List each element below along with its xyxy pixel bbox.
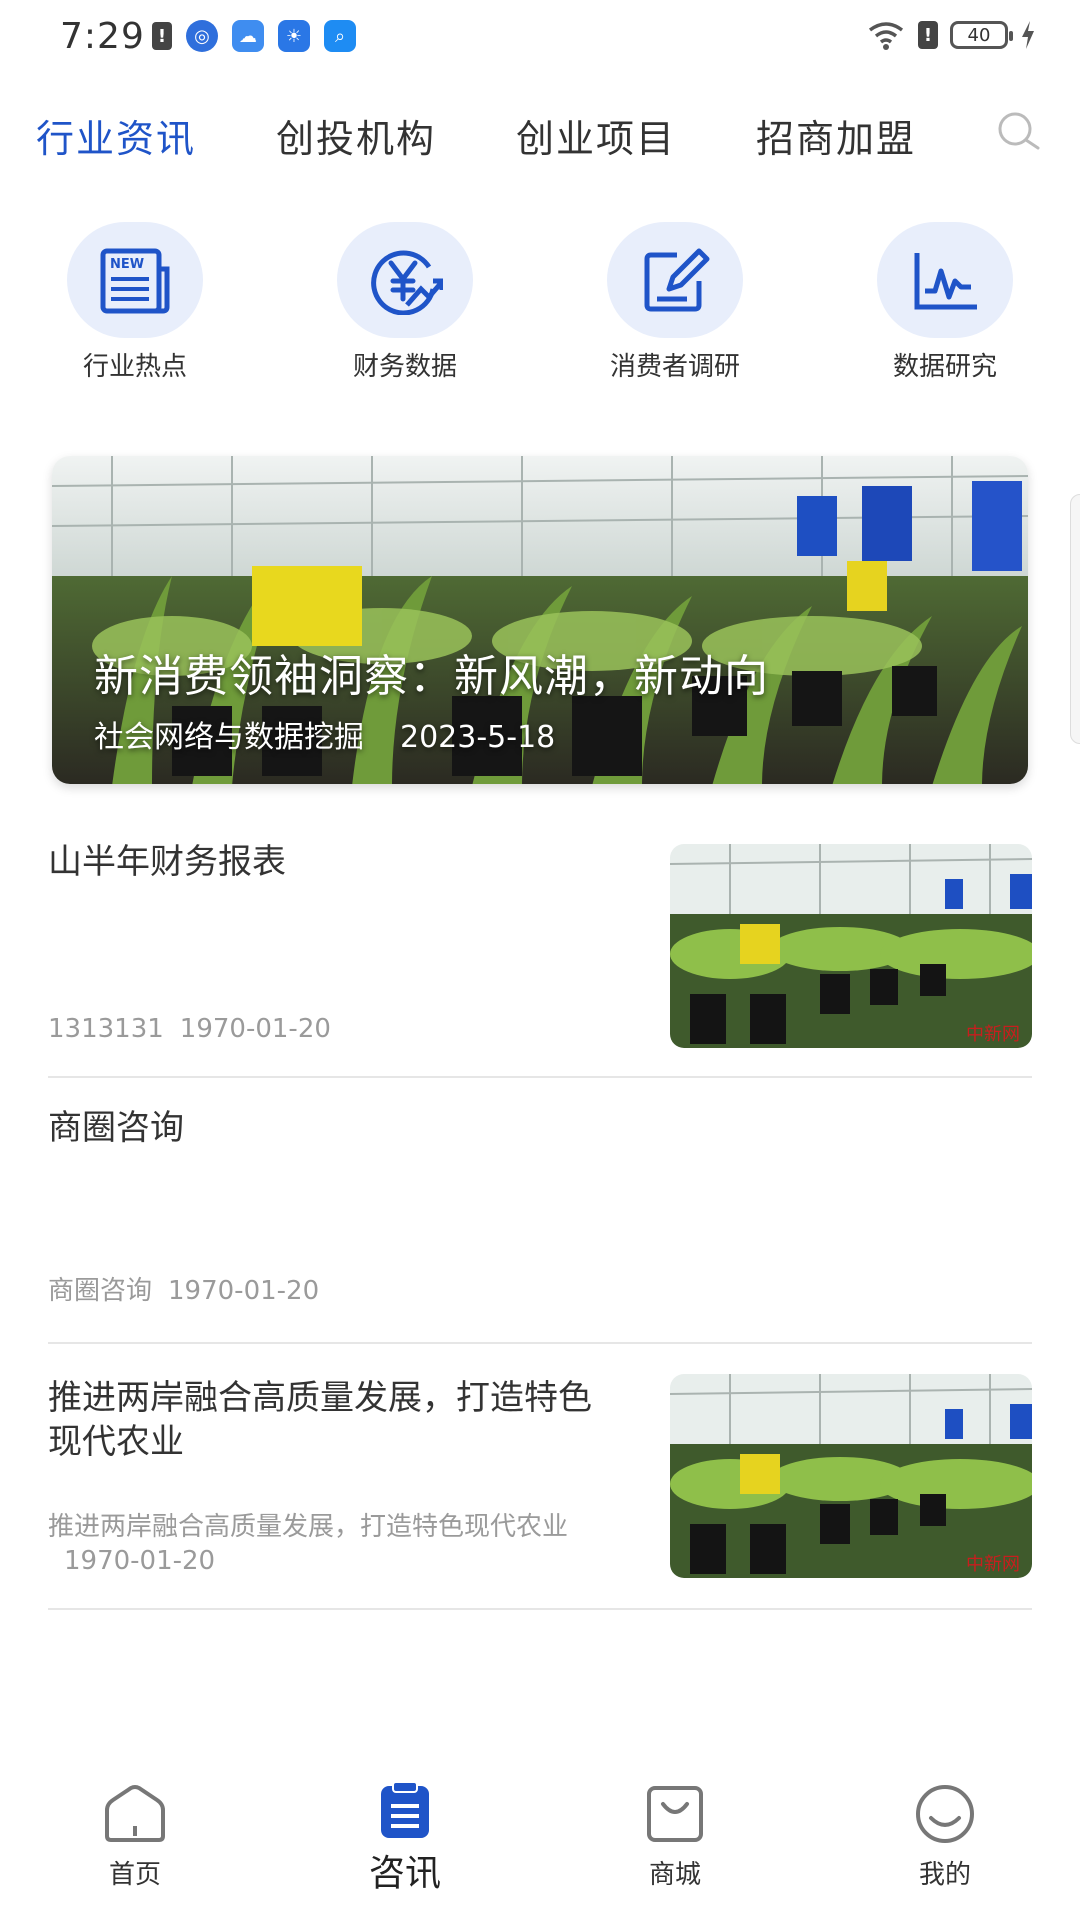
category-icon-bg <box>877 222 1013 338</box>
nav-home[interactable]: 首页 <box>35 1784 235 1891</box>
tab-franchise[interactable]: 招商加盟 <box>756 108 916 163</box>
svg-text:NEW: NEW <box>110 257 144 272</box>
news-title: 商圈咨询 <box>48 1108 184 1148</box>
nav-mall[interactable]: 商城 <box>575 1784 775 1891</box>
shopping-bag-icon <box>647 1786 703 1842</box>
news-item[interactable]: 山半年财务报表 1313131 1970-01-20 中新网 <box>48 840 1032 1078</box>
news-source: 商圈咨询 <box>48 1276 153 1306</box>
tab-venture-institutions[interactable]: 创投机构 <box>276 108 436 163</box>
tab-startup-projects[interactable]: 创业项目 <box>516 108 676 163</box>
greenhouse-thumbnail: 中新网 <box>670 1374 1032 1578</box>
wifi-icon <box>868 22 904 50</box>
news-source: 推进两岸融合高质量发展，打造特色现代农业 <box>48 1512 569 1542</box>
banner-date: 2023-5-18 <box>400 720 556 755</box>
news-date: 1970-01-20 <box>168 1276 320 1306</box>
weather-icon: ☀ <box>278 20 310 52</box>
clipboard-icon <box>381 1781 429 1838</box>
news-date: 1970-01-20 <box>179 1014 331 1044</box>
category-data-research[interactable]: 数据研究 <box>845 222 1045 383</box>
tab-industry-news[interactable]: 行业资讯 <box>36 108 196 163</box>
watermark-text: 中新网 <box>966 1554 1020 1575</box>
status-time: 7:29 <box>60 16 145 57</box>
edit-note-icon <box>644 248 710 312</box>
sim-alert-icon: ! <box>918 21 938 49</box>
news-source: 1313131 <box>48 1014 164 1044</box>
category-icon-bg <box>337 222 473 338</box>
news-item[interactable]: 商圈咨询 商圈咨询 1970-01-20 <box>48 1078 1032 1344</box>
nav-label: 首页 <box>108 1860 161 1890</box>
news-title: 山半年财务报表 <box>48 842 286 882</box>
search-icon[interactable] <box>994 108 1044 158</box>
notification-icons: ! ◎ ☁ ☀ ⌕ <box>152 20 356 52</box>
line-chart-icon <box>914 253 977 310</box>
system-icons: ! 40 <box>866 20 1036 50</box>
category-icon-bg <box>607 222 743 338</box>
battery-indicator: 40 <box>950 21 1013 49</box>
greenhouse-thumbnail: 中新网 <box>670 844 1032 1048</box>
alert-icon: ! <box>152 22 172 50</box>
news-meta: 推进两岸融合高质量发展，打造特色现代农业 1970-01-20 <box>48 1510 648 1578</box>
nav-mine[interactable]: 我的 <box>845 1784 1045 1891</box>
category-label: 行业热点 <box>82 352 187 382</box>
newspaper-icon: NEW <box>100 248 170 314</box>
category-industry-hotspot[interactable]: NEW 行业热点 <box>35 222 235 383</box>
news-meta: 1313131 1970-01-20 <box>48 1012 331 1046</box>
top-tabs: 行业资讯 创投机构 创业项目 招商加盟 <box>0 100 1080 170</box>
watermark-text: 中新网 <box>966 1024 1020 1045</box>
category-label: 财务数据 <box>352 352 457 382</box>
category-label: 消费者调研 <box>609 352 740 382</box>
home-icon <box>105 1785 165 1842</box>
news-item[interactable]: 推进两岸融合高质量发展，打造特色现代农业 推进两岸融合高质量发展，打造特色现代农… <box>48 1344 1032 1610</box>
category-label: 数据研究 <box>892 352 997 382</box>
banner-title: 新消费领袖洞察：新风潮，新动向 <box>94 651 769 702</box>
featured-banner[interactable]: 新消费领袖洞察：新风潮，新动向 社会网络与数据挖掘 2023-5-18 <box>52 456 1028 784</box>
bottom-nav: 首页 咨讯 商城 我的 <box>0 1780 1080 1920</box>
search-app-icon: ⌕ <box>324 20 356 52</box>
status-bar: 7:29 ! ◎ ☁ ☀ ⌕ ! 40 <box>0 0 1080 80</box>
next-banner-peek[interactable] <box>1070 494 1080 744</box>
category-icon-bg: NEW <box>67 222 203 338</box>
battery-level: 40 <box>967 24 991 46</box>
smile-icon <box>916 1785 974 1843</box>
category-financial-data[interactable]: 财务数据 <box>305 222 505 383</box>
yen-chart-icon <box>371 250 443 315</box>
banner-meta: 社会网络与数据挖掘 2023-5-18 <box>94 712 555 756</box>
news-thumbnail: 中新网 <box>670 1374 1032 1578</box>
nav-label: 我的 <box>918 1860 971 1890</box>
browser-icon: ◎ <box>186 20 218 52</box>
charging-icon <box>1022 21 1034 49</box>
news-title: 推进两岸融合高质量发展，打造特色现代农业 <box>48 1378 592 1462</box>
nav-label: 商城 <box>648 1860 701 1890</box>
nav-label: 咨讯 <box>368 1853 441 1894</box>
news-date: 1970-01-20 <box>64 1546 216 1576</box>
news-meta: 商圈咨询 1970-01-20 <box>48 1274 319 1308</box>
cloud-icon: ☁ <box>232 20 264 52</box>
category-grid: NEW 行业热点 财务数据 消费者调研 数据研究 <box>0 222 1080 382</box>
news-thumbnail: 中新网 <box>670 844 1032 1048</box>
category-consumer-research[interactable]: 消费者调研 <box>575 222 775 383</box>
banner-source: 社会网络与数据挖掘 <box>94 720 364 755</box>
nav-news[interactable]: 咨讯 <box>305 1780 505 1896</box>
